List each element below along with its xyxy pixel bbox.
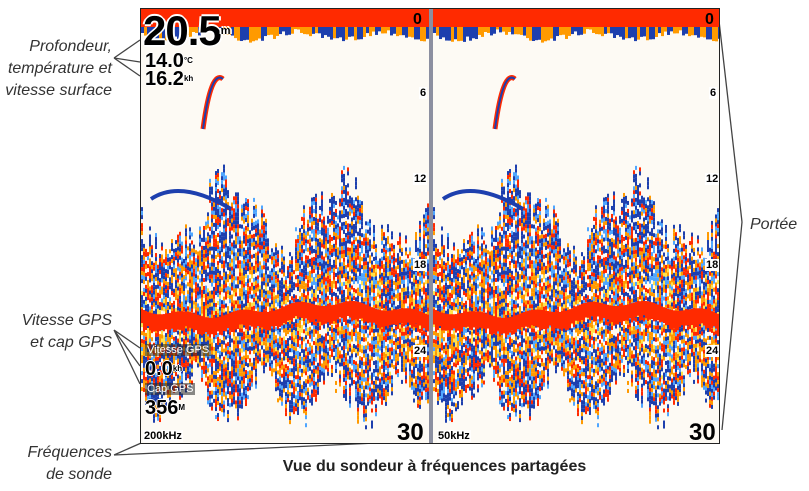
gps-heading-value: 356 [145,397,179,419]
gps-speed-label: Vitesse GPS [145,344,212,356]
left-scale-tick: 12 [413,173,428,185]
sonar-echo-canvas [141,9,719,443]
right-scale-tick: 0 [705,11,714,28]
gps-speed-readout: 0.0kh [145,359,182,379]
depth-readout: 20.5m [143,8,231,54]
left-frequency-label: 200kHz [143,430,183,442]
right-scale-tick: 12 [705,173,719,185]
gps-heading-unit: M [178,403,186,412]
surface-speed-unit: kh [183,74,194,83]
depth-value: 20.5 [143,8,222,54]
callout-line: vitesse surface [5,82,112,99]
left-range-bottom: 30 [397,419,424,444]
callout-line: température et [7,60,112,77]
figure-caption: Vue du sondeur à fréquences partagées [282,458,587,475]
left-scale-tick: 6 [419,87,428,99]
left-scale-tick: 0 [413,11,422,28]
left-scale-tick: 24 [413,345,428,357]
sonar-panel [433,9,719,430]
right-scale-tick: 24 [705,345,719,357]
callout-line: Profondeur, [29,38,112,55]
surface-speed-readout: 16.2kh [145,69,193,89]
gps-speed-value: 0.0 [145,358,173,380]
gps-heading-label: Cap GPS [145,383,196,395]
callout-depth-temp-speed: Profondeur, température et vitesse surfa… [0,36,112,102]
right-scale-tick: 18 [705,259,719,271]
depth-unit: m [220,25,231,37]
callout-gps: Vitesse GPS et cap GPS [0,310,112,354]
gps-heading-readout: 356M [145,398,185,418]
callout-line: Vitesse GPS [21,312,112,329]
right-scale-tick: 6 [709,87,718,99]
gps-speed-unit: kh [172,364,183,373]
right-range-bottom: 30 [689,419,716,444]
surface-speed-value: 16.2 [145,68,184,90]
panel-divider [429,9,433,443]
callout-line: et cap GPS [30,334,112,351]
callout-range: Portée [750,216,798,233]
right-frequency-label: 50kHz [437,430,471,442]
temperature-unit: °C [183,56,193,65]
left-scale-tick: 18 [413,259,428,271]
sonar-screen: 20.5m 14.0°C 16.2kh Vitesse GPS 0.0kh Ca… [140,8,720,444]
